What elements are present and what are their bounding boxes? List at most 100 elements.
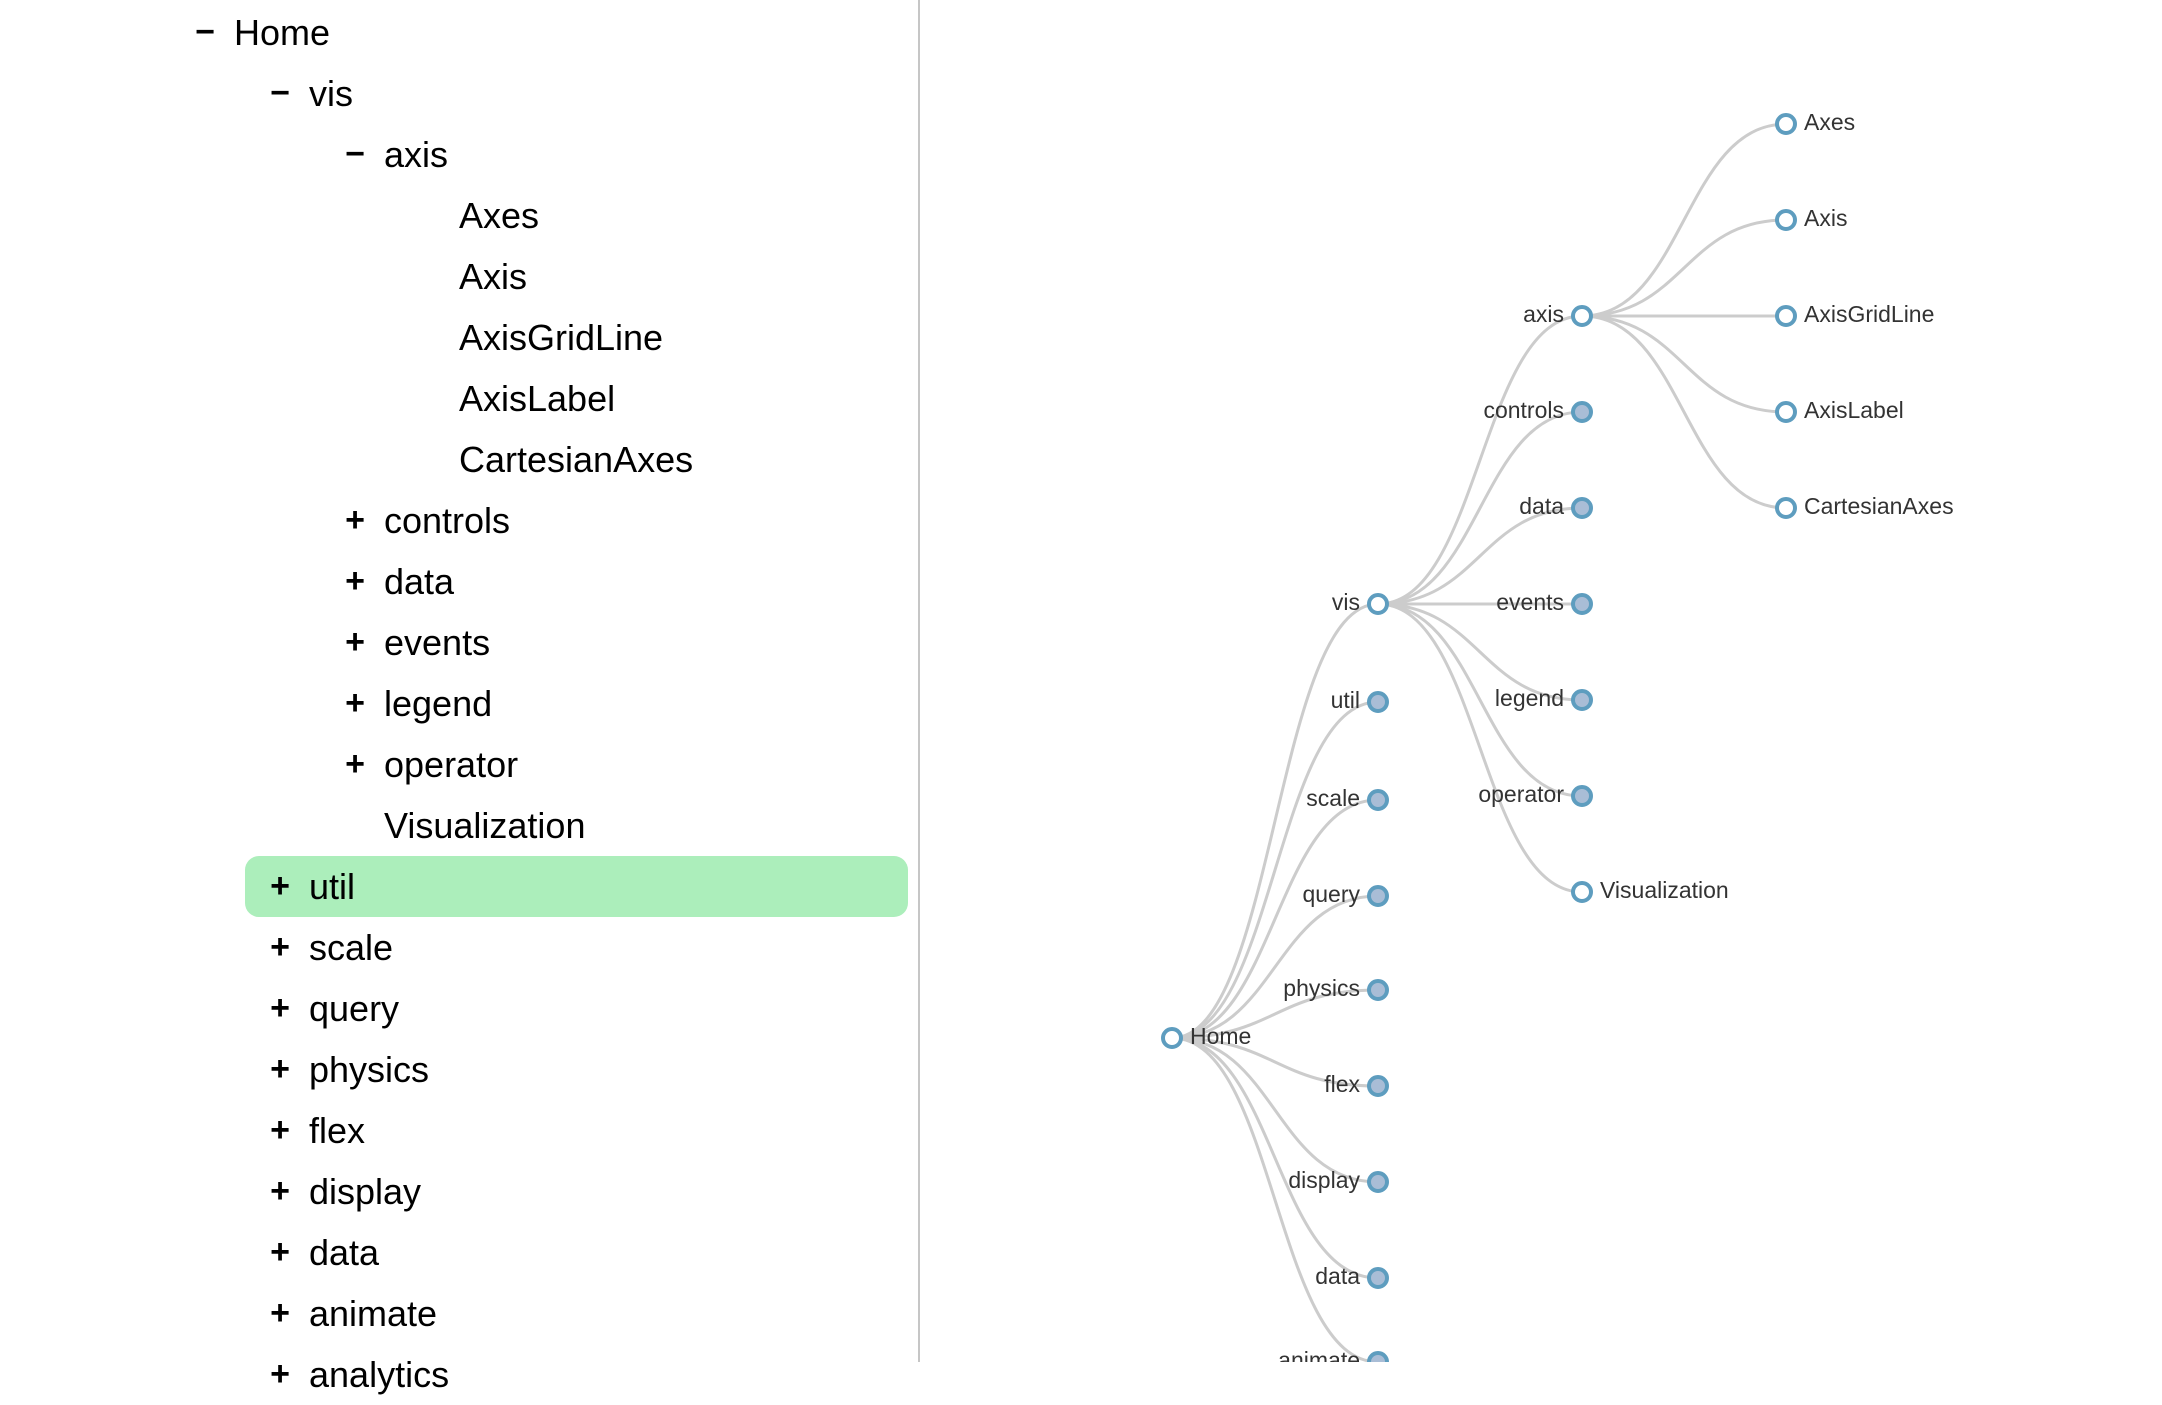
- tree-label[interactable]: display: [309, 1161, 421, 1222]
- expand-icon[interactable]: +: [340, 734, 370, 795]
- tree-label[interactable]: CartesianAxes: [459, 429, 693, 490]
- collapse-icon[interactable]: −: [190, 2, 220, 63]
- expand-icon[interactable]: +: [265, 856, 295, 917]
- tree-node-circle[interactable]: [1369, 981, 1387, 999]
- tree-row-flex[interactable]: +flex: [265, 1100, 365, 1161]
- expand-icon[interactable]: +: [340, 551, 370, 612]
- tree-node-cartesianaxes[interactable]: CartesianAxes: [1777, 493, 1954, 519]
- tree-row-axislabel[interactable]: +AxisLabel: [415, 368, 615, 429]
- expand-icon[interactable]: +: [265, 1283, 295, 1344]
- tree-label[interactable]: physics: [309, 1039, 429, 1100]
- tree-node-circle[interactable]: [1369, 1173, 1387, 1191]
- tree-node-circle[interactable]: [1777, 499, 1795, 517]
- tree-label[interactable]: data: [309, 1222, 379, 1283]
- tree-row-scale[interactable]: +scale: [265, 917, 393, 978]
- tree-node-circle[interactable]: [1573, 787, 1591, 805]
- tree-node-axis[interactable]: axis: [1523, 301, 1591, 327]
- tree-node-scale[interactable]: scale: [1306, 785, 1387, 811]
- tree-row-analytics[interactable]: +analytics: [265, 1344, 449, 1405]
- tree-node-circle[interactable]: [1163, 1029, 1181, 1047]
- tree-label[interactable]: vis: [309, 63, 353, 124]
- expand-icon[interactable]: +: [340, 673, 370, 734]
- tree-row-axisgridline[interactable]: +AxisGridLine: [415, 307, 663, 368]
- tree-node-circle[interactable]: [1573, 307, 1591, 325]
- tree-node-circle[interactable]: [1777, 115, 1795, 133]
- tree-row-data[interactable]: +data: [340, 551, 454, 612]
- tree-node-circle[interactable]: [1369, 1077, 1387, 1095]
- tree-label[interactable]: analytics: [309, 1344, 449, 1405]
- tree-label[interactable]: util: [309, 856, 355, 917]
- tree-row-display[interactable]: +display: [265, 1161, 421, 1222]
- tree-node-query[interactable]: query: [1302, 881, 1387, 907]
- tree-node-axisgridline[interactable]: AxisGridLine: [1777, 301, 1934, 327]
- tree-node-legend[interactable]: legend: [1495, 685, 1591, 711]
- expand-icon[interactable]: +: [265, 917, 295, 978]
- tree-node-util[interactable]: util: [1331, 687, 1387, 713]
- tree-row-axis[interactable]: −axis: [340, 124, 448, 185]
- tree-node-data[interactable]: data: [1519, 493, 1591, 519]
- tree-label[interactable]: Axes: [459, 185, 539, 246]
- tree-label[interactable]: AxisLabel: [459, 368, 615, 429]
- tree-label[interactable]: query: [309, 978, 399, 1039]
- expand-icon[interactable]: +: [265, 1222, 295, 1283]
- expand-icon[interactable]: +: [265, 978, 295, 1039]
- tree-label[interactable]: animate: [309, 1283, 437, 1344]
- tree-node-circle[interactable]: [1777, 307, 1795, 325]
- tree-row-events[interactable]: +events: [340, 612, 490, 673]
- tree-node-circle[interactable]: [1573, 691, 1591, 709]
- tree-node-axislabel[interactable]: AxisLabel: [1777, 397, 1904, 423]
- tree-label[interactable]: operator: [384, 734, 518, 795]
- tree-node-animate[interactable]: animate: [1278, 1347, 1387, 1362]
- tree-node-vis[interactable]: vis: [1332, 589, 1387, 615]
- tree-label[interactable]: flex: [309, 1100, 365, 1161]
- expand-icon[interactable]: +: [265, 1344, 295, 1405]
- tree-node-data[interactable]: data: [1315, 1263, 1387, 1289]
- tree-label[interactable]: data: [384, 551, 454, 612]
- tree-row-axes[interactable]: +Axes: [415, 185, 539, 246]
- tree-row-controls[interactable]: +controls: [340, 490, 510, 551]
- tree-label[interactable]: scale: [309, 917, 393, 978]
- tree-node-visualization[interactable]: Visualization: [1573, 877, 1729, 903]
- tree-label[interactable]: axis: [384, 124, 448, 185]
- tree-label[interactable]: Visualization: [384, 795, 585, 856]
- tree-node-circle[interactable]: [1369, 1353, 1387, 1362]
- tree-node-circle[interactable]: [1573, 499, 1591, 517]
- tree-node-axis[interactable]: Axis: [1777, 205, 1847, 231]
- collapse-icon[interactable]: −: [265, 63, 295, 124]
- expand-icon[interactable]: +: [340, 490, 370, 551]
- tree-node-circle[interactable]: [1573, 595, 1591, 613]
- expand-icon[interactable]: +: [265, 1100, 295, 1161]
- tree-node-controls[interactable]: controls: [1483, 397, 1591, 423]
- tree-label[interactable]: events: [384, 612, 490, 673]
- tree-node-flex[interactable]: flex: [1324, 1071, 1387, 1097]
- tree-row-query[interactable]: +query: [265, 978, 399, 1039]
- tree-node-axes[interactable]: Axes: [1777, 109, 1855, 135]
- tree-node-circle[interactable]: [1369, 595, 1387, 613]
- tree-node-circle[interactable]: [1369, 1269, 1387, 1287]
- expand-icon[interactable]: +: [265, 1161, 295, 1222]
- tree-row-visualization[interactable]: +Visualization: [340, 795, 585, 856]
- tree-label[interactable]: Axis: [459, 246, 527, 307]
- tree-node-circle[interactable]: [1777, 211, 1795, 229]
- tree-node-circle[interactable]: [1573, 883, 1591, 901]
- tree-node-home[interactable]: Home: [1163, 1023, 1251, 1049]
- tree-label[interactable]: legend: [384, 673, 492, 734]
- tree-row-legend[interactable]: +legend: [340, 673, 492, 734]
- tree-node-operator[interactable]: operator: [1478, 781, 1591, 807]
- tree-label[interactable]: controls: [384, 490, 510, 551]
- tree-row-physics[interactable]: +physics: [265, 1039, 429, 1100]
- tree-row-home[interactable]: −Home: [190, 2, 330, 63]
- tree-row-data[interactable]: +data: [265, 1222, 379, 1283]
- tree-node-events[interactable]: events: [1496, 589, 1591, 615]
- tree-node-circle[interactable]: [1369, 791, 1387, 809]
- tree-label[interactable]: Home: [234, 2, 330, 63]
- tree-row-operator[interactable]: +operator: [340, 734, 518, 795]
- tree-node-circle[interactable]: [1777, 403, 1795, 421]
- tree-row-vis[interactable]: −vis: [265, 63, 353, 124]
- expand-icon[interactable]: +: [340, 612, 370, 673]
- tree-row-util[interactable]: + util: [245, 856, 908, 917]
- tree-row-axis[interactable]: +Axis: [415, 246, 527, 307]
- tree-row-animate[interactable]: +animate: [265, 1283, 437, 1344]
- tree-label[interactable]: AxisGridLine: [459, 307, 663, 368]
- tree-node-physics[interactable]: physics: [1283, 975, 1387, 1001]
